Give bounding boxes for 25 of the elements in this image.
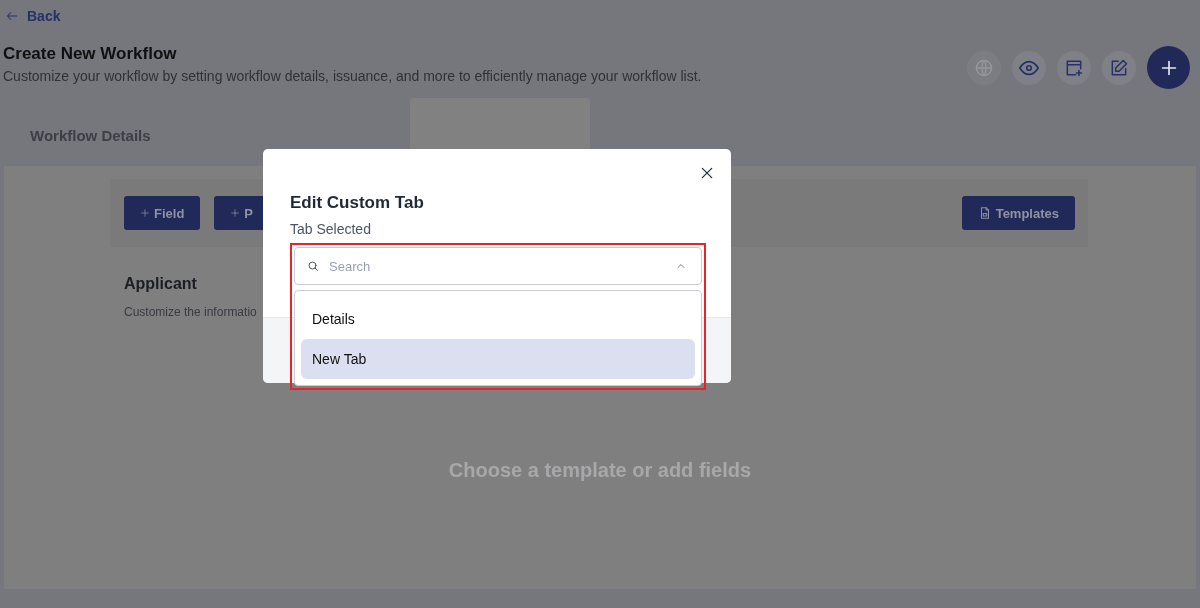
dropdown-option[interactable]: Details (301, 299, 695, 339)
page-title: Create New Workflow (3, 44, 178, 64)
field-label: Tab Selected (290, 221, 372, 237)
close-icon (699, 165, 715, 181)
section-title: Applicant (124, 275, 198, 293)
search-field[interactable]: Search (294, 247, 702, 285)
eye-button[interactable] (1012, 50, 1046, 85)
arrow-left-icon (5, 9, 19, 23)
plus-icon (230, 208, 241, 218)
edit-icon (1109, 57, 1129, 78)
add-field-button[interactable]: Field (124, 196, 201, 230)
edit-button[interactable] (1102, 50, 1136, 85)
search-icon (307, 260, 319, 272)
templates-button[interactable]: Templates (961, 196, 1075, 230)
window-add-button[interactable] (1057, 50, 1091, 85)
globe-icon (974, 57, 994, 78)
plus-icon (140, 208, 150, 218)
add-button[interactable] (1147, 46, 1190, 89)
tab[interactable]: Workflow Details (0, 127, 151, 166)
search-input[interactable]: Search (327, 257, 667, 275)
dropdown-option[interactable]: New Tab (301, 339, 695, 379)
section-description: Customize the informatio (124, 305, 257, 319)
page-subtitle: Customize your workflow by setting workflow details, issuance, and more to efficiently manage your workflow list. (3, 68, 702, 84)
dialog-title: Edit Custom Tab (290, 192, 425, 213)
back-link[interactable]: Back (0, 0, 61, 24)
